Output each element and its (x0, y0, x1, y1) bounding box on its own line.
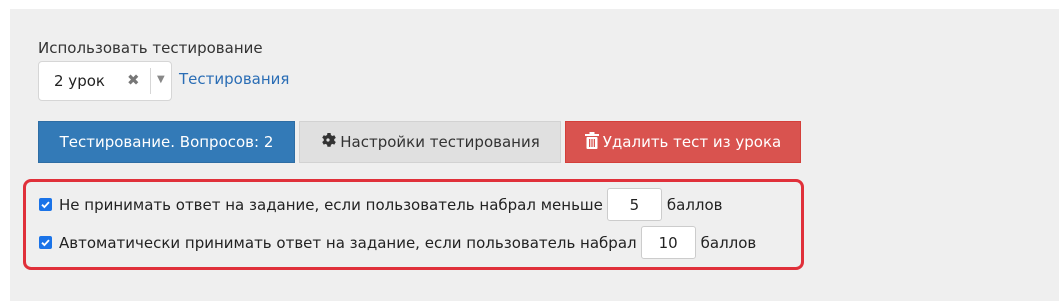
chevron-down-icon[interactable]: ▼ (157, 74, 165, 85)
testing-settings-button[interactable]: Настройки тестирования (299, 121, 561, 163)
accept-score-input[interactable]: 10 (640, 226, 696, 259)
testing-questions-button[interactable]: Тестирование. Вопросов: 2 (38, 121, 295, 163)
reject-option-text: Не принимать ответ на задание, если поль… (59, 195, 603, 214)
accept-option-text: Автоматически принимать ответ на задание… (59, 233, 637, 252)
testing-questions-label: Тестирование. Вопросов: 2 (59, 133, 274, 151)
trash-icon (584, 131, 599, 153)
tests-link[interactable]: Тестирования (179, 70, 289, 88)
reject-unit: баллов (666, 195, 723, 214)
gear-icon (320, 132, 337, 152)
lesson-select-value: 2 урок (54, 72, 105, 90)
testing-settings-label: Настройки тестирования (340, 133, 540, 151)
clear-icon[interactable]: ✖ (127, 71, 140, 89)
delete-test-button[interactable]: Удалить тест из урока (565, 121, 801, 163)
reject-score-input[interactable]: 5 (606, 188, 662, 221)
lesson-select[interactable]: 2 урок ✖ ▼ (38, 61, 172, 101)
reject-option-row: Не принимать ответ на задание, если поль… (39, 188, 723, 221)
accept-checkbox[interactable] (39, 236, 52, 249)
accept-option-row: Автоматически принимать ответ на задание… (39, 226, 756, 259)
accept-unit: баллов (700, 233, 757, 252)
reject-checkbox[interactable] (39, 198, 52, 211)
select-divider (150, 68, 151, 94)
use-testing-label: Использовать тестирование (38, 39, 263, 57)
delete-test-label: Удалить тест из урока (602, 133, 782, 151)
